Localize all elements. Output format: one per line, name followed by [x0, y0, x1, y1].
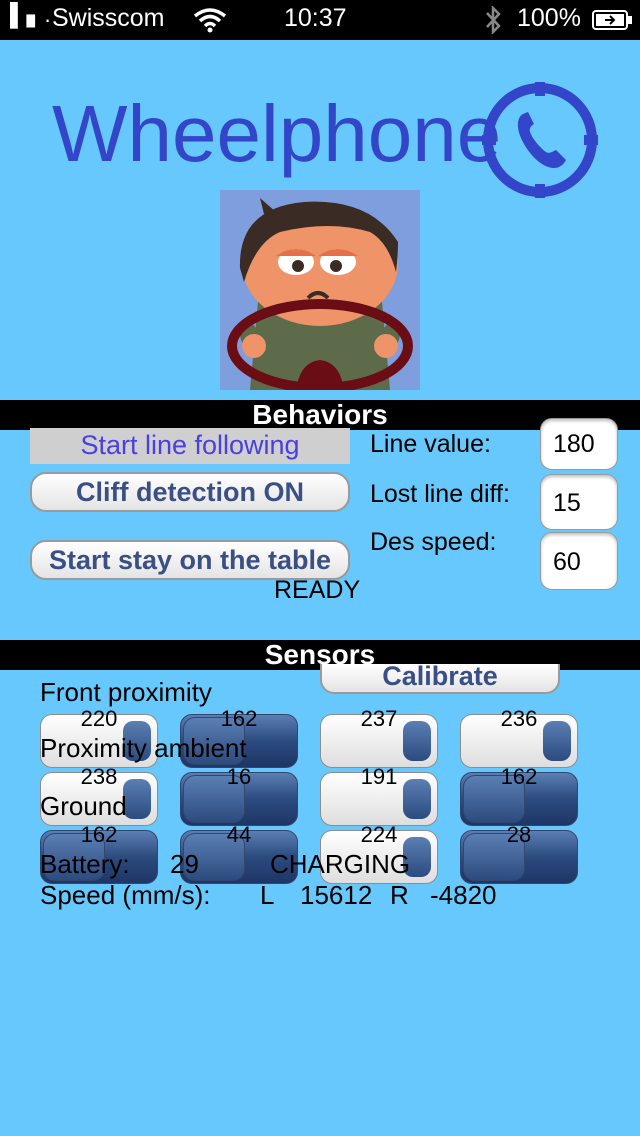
- ground-label: Ground: [40, 791, 127, 821]
- lost-line-diff-label: Lost line diff:: [370, 480, 510, 508]
- start-line-following-button[interactable]: Start line following: [30, 428, 350, 464]
- line-value-field[interactable]: 180: [540, 418, 618, 470]
- speed-left-label: L: [260, 880, 275, 910]
- sensor-value: 162: [500, 764, 538, 789]
- battery-label: Battery:: [40, 849, 130, 879]
- sensor-value: 162: [220, 706, 258, 731]
- front-proximity-label: Front proximity: [40, 677, 212, 707]
- sensor-value: 224: [360, 822, 398, 847]
- speed-right-label: R: [390, 880, 409, 910]
- sensor-value: 162: [80, 822, 118, 847]
- carrier-name: Swisscom: [52, 4, 165, 32]
- speed-label: Speed (mm/s):: [40, 880, 211, 910]
- proximity-ambient-label: Proximity ambient: [40, 733, 247, 763]
- sensor-value: 44: [226, 822, 252, 847]
- des-speed-label: Des speed:: [370, 528, 497, 556]
- sensor-value: 191: [360, 764, 398, 789]
- start-stay-on-table-button[interactable]: Start stay on the table: [30, 540, 350, 580]
- driver-avatar: [220, 190, 420, 390]
- status-bar: ▌▖. Swisscom 10:37 100%: [0, 0, 640, 40]
- line-value-label: Line value:: [370, 430, 491, 458]
- signal-icon: ▌▖.: [10, 2, 52, 27]
- clock: 10:37: [284, 4, 347, 32]
- speed-right-value: -4820: [430, 880, 497, 910]
- sensor-value: 238: [80, 764, 118, 789]
- speed-left-value: 15612: [300, 880, 373, 910]
- sensor-value: 237: [360, 706, 398, 731]
- battery-icon: [592, 10, 632, 30]
- battery-percent: 100%: [517, 4, 581, 32]
- sensor-value: 236: [500, 706, 538, 731]
- app-title: Wheelphone: [52, 89, 502, 178]
- lost-line-diff-field[interactable]: 15: [540, 474, 618, 530]
- bluetooth-icon: [486, 6, 501, 34]
- phone-wheel-logo-icon: [482, 82, 598, 198]
- charging-status: CHARGING: [270, 849, 411, 879]
- cliff-detection-button[interactable]: Cliff detection ON: [30, 472, 350, 512]
- wifi-icon: [193, 8, 227, 33]
- calibrate-button[interactable]: Calibrate: [320, 664, 560, 694]
- sensor-value: 28: [506, 822, 532, 847]
- des-speed-field[interactable]: 60: [540, 532, 618, 590]
- sensor-value: 220: [80, 706, 118, 731]
- sensor-value: 16: [226, 764, 252, 789]
- behavior-status: READY: [274, 576, 361, 604]
- battery-value: 29: [170, 849, 199, 879]
